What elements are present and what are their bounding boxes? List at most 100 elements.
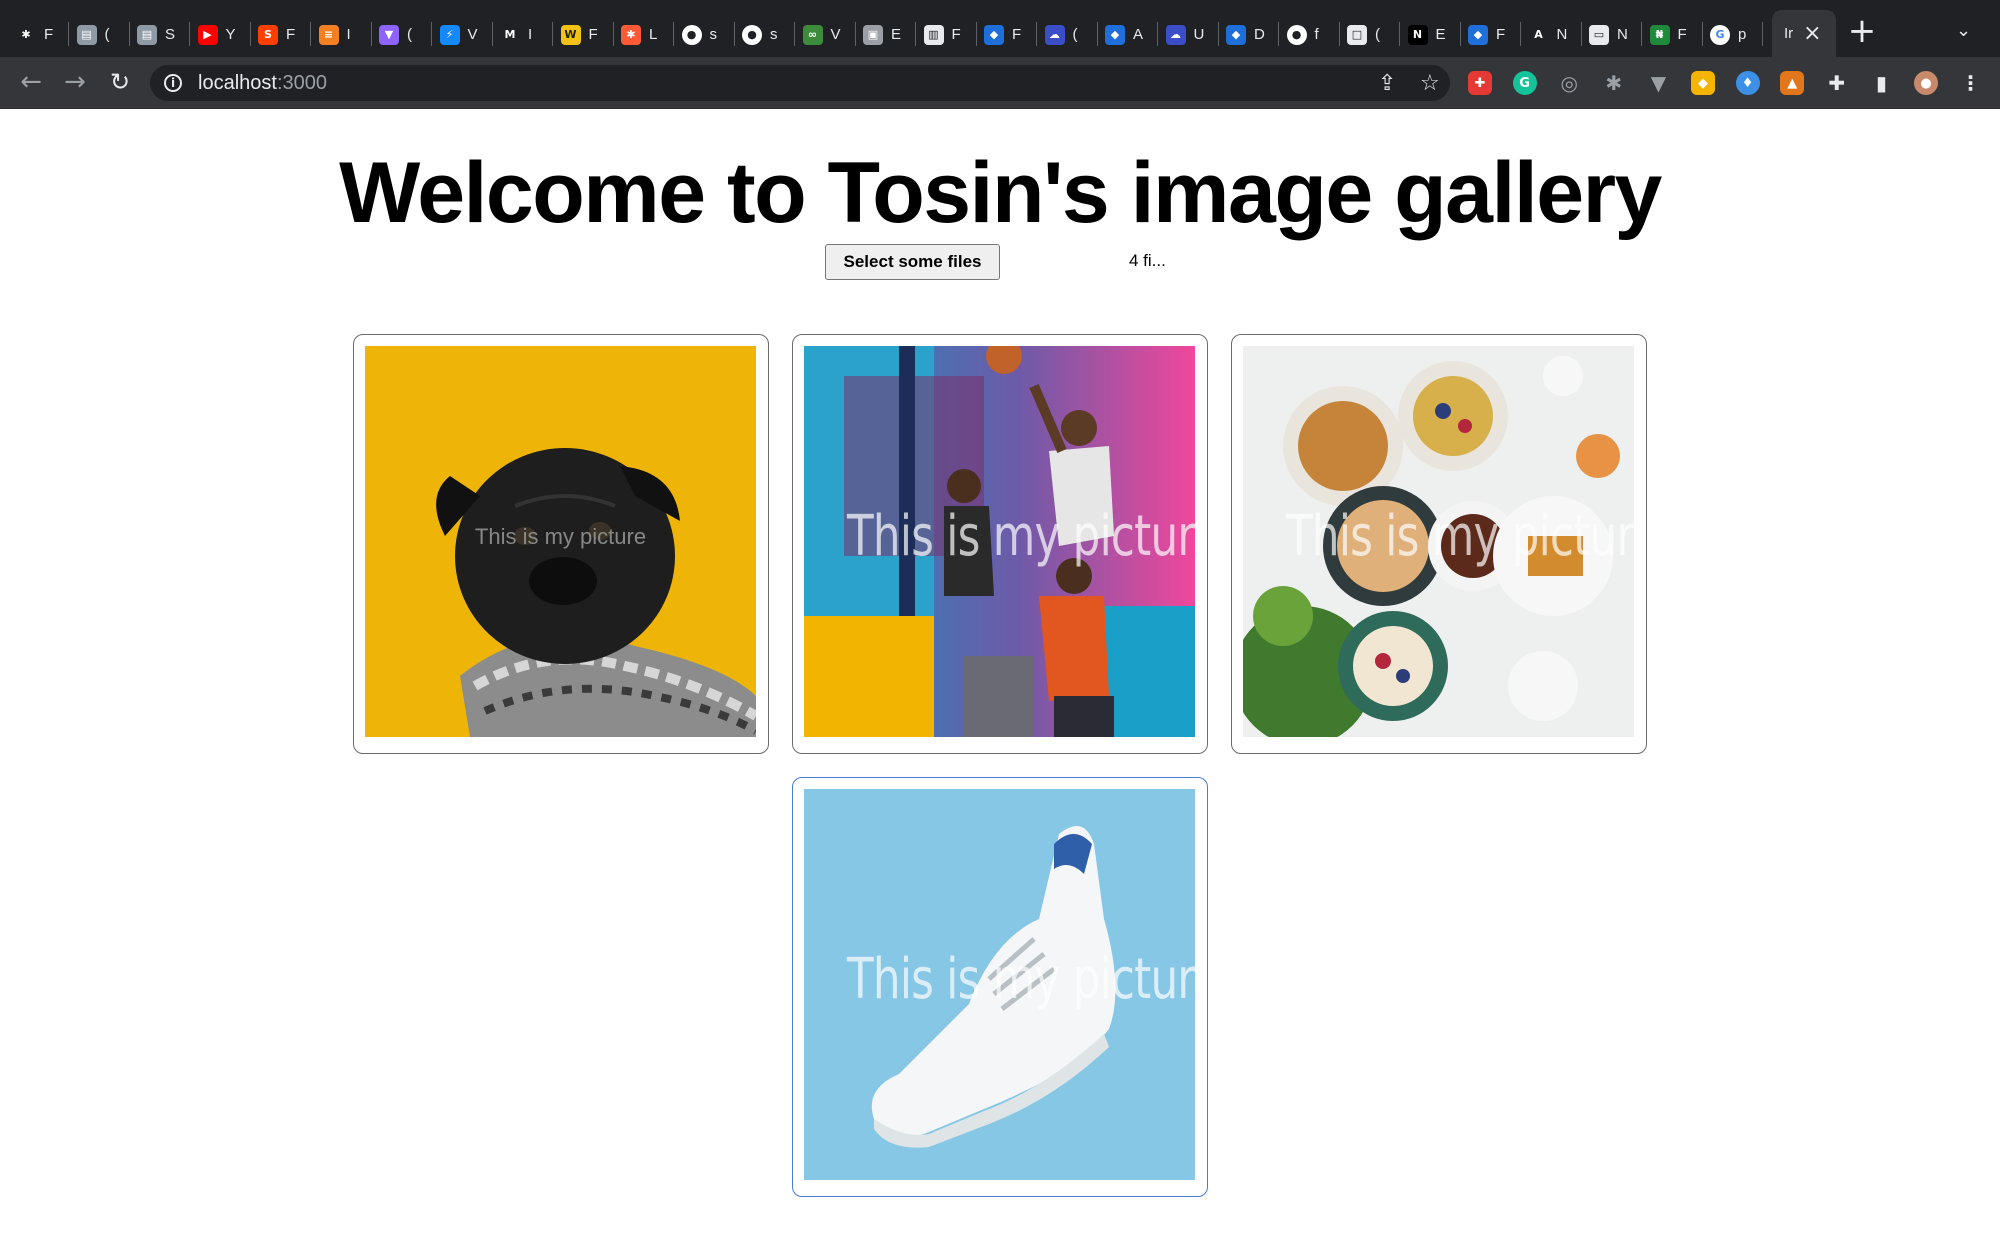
tab-title: E — [891, 26, 902, 43]
tab-title: V — [467, 26, 478, 43]
gallery-image-pug[interactable]: This is my picture — [365, 346, 756, 737]
shield-icon[interactable]: ▼ — [1646, 71, 1670, 95]
gallery-image-basketball[interactable]: This is my picture — [804, 346, 1195, 737]
active-tab[interactable]: Ir × — [1772, 10, 1836, 57]
grammarly-icon[interactable]: G — [1512, 71, 1537, 95]
gallery-card[interactable]: This is my picture — [792, 334, 1208, 754]
browser-tab[interactable]: ◆ F — [976, 12, 1034, 57]
puzzle-red-icon[interactable]: ✚ — [1468, 71, 1492, 95]
share-icon[interactable]: ⇪ — [1378, 71, 1396, 96]
browser-tab[interactable]: ▥ F — [916, 12, 974, 57]
vite-icon: ▼ — [379, 24, 399, 45]
address-bar[interactable]: i localhost:3000 ⇪ ☆ — [150, 65, 1450, 101]
tab-title: p — [1738, 26, 1747, 43]
image-icon: ▣ — [863, 24, 883, 45]
browser-tab[interactable]: ∞ V — [795, 12, 853, 57]
tab-title: I — [346, 26, 351, 43]
tab-title: S — [165, 26, 176, 43]
browser-tab[interactable]: ◆ A — [1097, 12, 1155, 57]
browser-toolbar: ← → ↻ i localhost:3000 ⇪ ☆ ✚ G ◎ ✱ ▼ ◆ ♦ ▲ ✚ ▮ ● ⋮ — [0, 57, 2000, 109]
tab-title: F — [951, 26, 961, 43]
browser-tab[interactable]: ▣ E — [855, 12, 913, 57]
url-host: localhost — [198, 72, 277, 94]
browser-tab[interactable]: ● s — [734, 12, 792, 57]
tab-title: F — [44, 26, 54, 43]
sneaker-photo — [804, 789, 1195, 1180]
tab-title: E — [1435, 26, 1446, 43]
close-icon[interactable]: × — [1803, 21, 1821, 46]
browser-tab[interactable]: ₦ F — [1642, 12, 1700, 57]
bookmark-star-icon[interactable]: ☆ — [1420, 71, 1440, 96]
extensions-icon[interactable]: ✚ — [1825, 71, 1849, 95]
browser-tab[interactable]: ◆ D — [1218, 12, 1276, 57]
browser-tab[interactable]: □( — [1339, 12, 1397, 57]
sidebar-icon[interactable]: ▮ — [1869, 71, 1893, 95]
spider-icon: ✱ — [16, 24, 36, 45]
browser-tab[interactable]: ▤ S — [129, 12, 187, 57]
browser-tab[interactable]: ✱ L — [613, 12, 671, 57]
tab-title: s — [709, 26, 718, 43]
tab-strip: ✱ F ▤(▤ S ▶ Y S F ≡ I ▼(⚡ V M I W F ✱ L ● s ● s ∞ V ▣ E ▥ F ◆ F ☁(◆ A ☁ U… — [0, 0, 2000, 57]
browser-tab[interactable]: ≡ I — [311, 12, 369, 57]
color-picker-icon[interactable]: ◆ — [1691, 71, 1715, 95]
cloud-icon: ☁ — [1165, 24, 1186, 45]
square-icon: □ — [1347, 24, 1367, 45]
browser-tab[interactable]: NE — [1400, 12, 1458, 57]
tab-separator — [1762, 22, 1763, 46]
tab-title: ( — [407, 26, 412, 43]
back-arrow-icon[interactable]: ← — [14, 65, 48, 99]
ethereum-icon[interactable]: ♦ — [1735, 71, 1760, 95]
browser-tab[interactable]: ✱ F — [8, 12, 66, 57]
tab-title: F — [1012, 26, 1022, 43]
gallery-image-sneaker[interactable]: This is my picture — [804, 789, 1195, 1180]
metamask-icon[interactable]: ▲ — [1780, 71, 1805, 95]
forward-arrow-icon[interactable]: → — [58, 65, 92, 99]
browser-tab[interactable]: ● s — [674, 12, 732, 57]
tab-title: Y — [225, 26, 236, 43]
gallery-card[interactable]: This is my picture — [792, 777, 1208, 1197]
select-files-button[interactable]: Select some files — [825, 244, 1000, 280]
reload-icon[interactable]: ↻ — [103, 65, 137, 99]
pug-photo — [365, 346, 756, 737]
browser-tab[interactable]: ▼( — [371, 12, 429, 57]
profile-avatar-icon[interactable]: ● — [1914, 71, 1938, 95]
site-info-icon[interactable]: i — [164, 74, 182, 92]
browser-tab[interactable]: ⚡ V — [432, 12, 490, 57]
github-icon: ● — [742, 24, 762, 45]
layers-icon: ◆ — [1468, 24, 1488, 45]
browser-tab[interactable]: ▤( — [69, 12, 127, 57]
tab-title: F — [1496, 26, 1506, 43]
link-icon: ∞ — [802, 24, 823, 45]
browser-tab[interactable]: SF — [250, 12, 308, 57]
gallery-card[interactable]: This is my picture — [353, 334, 769, 754]
gallery-card[interactable]: This is my picture — [1231, 334, 1647, 754]
browser-tab[interactable]: ☁( — [1037, 12, 1095, 57]
tab-title: s — [770, 26, 778, 43]
gallery-image-breakfast[interactable]: This is my picture — [1243, 346, 1634, 737]
target-icon[interactable]: ◎ — [1557, 71, 1581, 95]
tab-title: f — [1314, 26, 1319, 43]
active-tab-title: Ir — [1784, 25, 1794, 42]
url-text[interactable]: localhost:3000 — [198, 72, 327, 95]
browser-tab[interactable]: ● f — [1279, 12, 1337, 57]
browser-tab[interactable]: ◆ F — [1460, 12, 1518, 57]
browser-tab[interactable]: Gp — [1702, 12, 1760, 57]
new-tab-button[interactable]: + — [1846, 14, 1878, 48]
layers-icon: ◆ — [984, 24, 1004, 45]
cloud-icon: ☁ — [1044, 24, 1065, 45]
sheet-icon: ▤ — [76, 24, 97, 45]
browser-tab[interactable]: AN — [1521, 12, 1579, 57]
browser-tab[interactable]: MI — [492, 12, 550, 57]
github-icon: ● — [1286, 24, 1307, 45]
tab-search-chevron-icon[interactable]: ⌄ — [1956, 20, 1971, 41]
kebab-menu-icon[interactable]: ⋮ — [1959, 71, 1983, 95]
a-icon: A — [1528, 24, 1549, 45]
bug-icon[interactable]: ✱ — [1602, 71, 1626, 95]
breakfast-photo — [1243, 346, 1634, 737]
basketball-photo — [804, 346, 1195, 737]
browser-tab[interactable]: ▶ Y — [190, 12, 248, 57]
browser-tab[interactable]: ▭ N — [1581, 12, 1639, 57]
trello-icon: ▥ — [923, 24, 944, 45]
browser-tab[interactable]: ☁ U — [1158, 12, 1216, 57]
browser-tab[interactable]: WF — [553, 12, 611, 57]
